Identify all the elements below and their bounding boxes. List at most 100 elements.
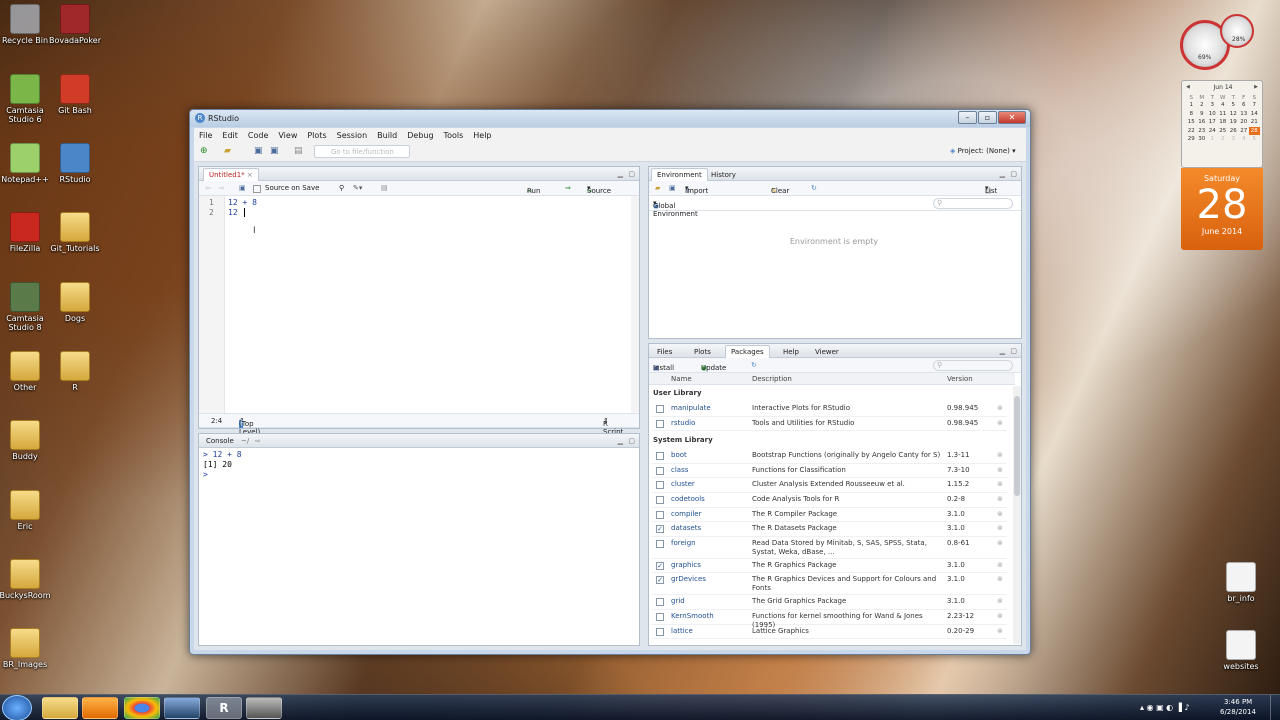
- package-name-link[interactable]: graphics: [671, 561, 701, 569]
- calendar-day[interactable]: 5: [1228, 101, 1239, 110]
- desktop-icon-git-bash[interactable]: Git Bash: [44, 74, 106, 115]
- desktop-icon-git-tutorials[interactable]: Git_Tutorials: [44, 212, 106, 253]
- calendar-day[interactable]: 1: [1207, 135, 1218, 144]
- package-name-link[interactable]: rstudio: [671, 419, 695, 427]
- package-name-link[interactable]: compiler: [671, 510, 701, 518]
- env-maximize-icon[interactable]: ▢: [1010, 169, 1017, 180]
- import-dataset-button[interactable]: ⇩ Import Dataset▾: [685, 184, 712, 203]
- package-name-link[interactable]: datasets: [671, 524, 701, 532]
- calendar-day[interactable]: 10: [1207, 110, 1218, 119]
- package-name-link[interactable]: cluster: [671, 480, 695, 488]
- pk-search-input[interactable]: ⚲: [933, 360, 1013, 371]
- print-icon[interactable]: ▤: [294, 146, 303, 156]
- code-area[interactable]: 1 12 + 8 2 12 I: [199, 198, 629, 414]
- calendar-day[interactable]: 4: [1239, 135, 1250, 144]
- remove-package-icon[interactable]: ⊗: [997, 612, 1003, 620]
- code-tools-icon[interactable]: ✎▾: [353, 184, 362, 192]
- calendar-day[interactable]: 21: [1249, 118, 1260, 127]
- compile-icon[interactable]: ▤: [381, 184, 388, 192]
- calendar-day[interactable]: 24: [1207, 127, 1218, 136]
- package-name-link[interactable]: grid: [671, 597, 685, 605]
- calendar-day[interactable]: 9: [1197, 110, 1208, 119]
- calendar-day[interactable]: 16: [1197, 118, 1208, 127]
- package-checkbox[interactable]: [656, 613, 664, 621]
- tab-help[interactable]: Help: [777, 345, 805, 358]
- calendar-day[interactable]: 28: [1249, 126, 1260, 135]
- remove-package-icon[interactable]: ⊗: [997, 495, 1003, 503]
- calendar-day[interactable]: 20: [1239, 118, 1250, 127]
- calendar-day[interactable]: 18: [1218, 118, 1229, 127]
- col-name[interactable]: Name: [671, 375, 692, 383]
- goto-file-input[interactable]: Go to file/function: [314, 145, 410, 158]
- calendar-day[interactable]: 23: [1197, 127, 1208, 136]
- calendar-day[interactable]: 12: [1228, 110, 1239, 119]
- calendar-day[interactable]: 22: [1186, 127, 1197, 136]
- calendar-day[interactable]: 25: [1218, 127, 1229, 136]
- open-file-icon[interactable]: ▰: [224, 146, 231, 156]
- calendar-day[interactable]: 8: [1186, 110, 1197, 119]
- save-all-icon[interactable]: ▣: [270, 146, 279, 156]
- remove-package-icon[interactable]: ⊗: [997, 480, 1003, 488]
- remove-package-icon[interactable]: ⊗: [997, 597, 1003, 605]
- package-checkbox[interactable]: [656, 496, 664, 504]
- package-checkbox[interactable]: [656, 419, 664, 428]
- package-checkbox[interactable]: ✓: [656, 561, 664, 570]
- package-checkbox[interactable]: [656, 510, 664, 519]
- calendar-day[interactable]: 2: [1218, 135, 1229, 144]
- package-checkbox[interactable]: ✓: [656, 525, 664, 534]
- col-version[interactable]: Version: [947, 375, 973, 383]
- rerun-icon[interactable]: ⇒: [565, 184, 571, 192]
- editor-scrollbar[interactable]: [631, 196, 639, 416]
- desktop-icon-r[interactable]: R: [44, 351, 106, 392]
- tab-packages[interactable]: Packages: [725, 345, 770, 358]
- remove-package-icon[interactable]: ⊗: [997, 510, 1003, 518]
- package-name-link[interactable]: codetools: [671, 495, 705, 503]
- menu-debug[interactable]: Debug: [407, 131, 433, 140]
- calendar-day[interactable]: 5: [1249, 135, 1260, 144]
- source-button[interactable]: ⇨ Source ▾: [587, 184, 611, 195]
- menu-help[interactable]: Help: [473, 131, 491, 140]
- remove-package-icon[interactable]: ⊗: [997, 539, 1003, 547]
- scope-selector[interactable]: f (Top Level) ⇕: [239, 417, 260, 436]
- calendar-next-icon[interactable]: ▶: [1254, 84, 1258, 90]
- env-search-input[interactable]: ⚲: [933, 198, 1013, 209]
- clock-time[interactable]: 3:46 PM: [1224, 698, 1252, 706]
- env-minimize-icon[interactable]: ▁: [1000, 169, 1005, 180]
- taskbar-explorer-icon[interactable]: [42, 697, 78, 719]
- save-file-icon[interactable]: ▣: [239, 184, 246, 192]
- maximize-pane-icon[interactable]: ▢: [628, 169, 635, 180]
- package-name-link[interactable]: manipulate: [671, 404, 711, 412]
- project-menu[interactable]: ◈ Project: (None) ▾: [950, 147, 1016, 155]
- package-checkbox[interactable]: [656, 466, 664, 475]
- pk-refresh-icon[interactable]: ↻: [751, 361, 757, 369]
- col-description[interactable]: Description: [752, 375, 792, 383]
- package-name-link[interactable]: boot: [671, 451, 687, 459]
- new-file-icon[interactable]: ⊕: [200, 146, 208, 156]
- console-goto-icon[interactable]: ⇨: [255, 436, 261, 447]
- package-checkbox[interactable]: [656, 598, 664, 607]
- remove-package-icon[interactable]: ⊗: [997, 575, 1003, 583]
- clock-date[interactable]: 6/28/2014: [1220, 708, 1256, 716]
- save-workspace-icon[interactable]: ▣: [669, 184, 676, 192]
- minimize-pane-icon[interactable]: ▁: [618, 169, 623, 180]
- taskbar-app-icon[interactable]: [246, 697, 282, 719]
- taskbar-rstudio-icon[interactable]: R: [206, 697, 242, 719]
- desktop-icon-br-images[interactable]: BR_Images: [0, 628, 56, 669]
- refresh-icon[interactable]: ↻: [811, 184, 817, 192]
- tab-untitled1[interactable]: Untitled1* ×: [203, 168, 259, 181]
- desktop-icon-websites[interactable]: websites: [1210, 630, 1272, 671]
- tab-viewer[interactable]: Viewer: [809, 345, 845, 358]
- desktop-icon-eric[interactable]: Eric: [0, 490, 56, 531]
- tray-icons[interactable]: ▴ ◉ ▣ ◐ ▐ ♪: [1140, 703, 1190, 712]
- remove-package-icon[interactable]: ⊗: [997, 404, 1003, 412]
- menu-file[interactable]: File: [199, 131, 212, 140]
- menu-session[interactable]: Session: [337, 131, 368, 140]
- remove-package-icon[interactable]: ⊗: [997, 524, 1003, 532]
- package-checkbox[interactable]: [656, 452, 664, 461]
- menu-code[interactable]: Code: [248, 131, 268, 140]
- calendar-day[interactable]: 7: [1249, 101, 1260, 110]
- desktop-icon-dogs[interactable]: Dogs: [44, 282, 106, 323]
- save-icon[interactable]: ▣: [254, 146, 263, 156]
- close-tab-icon[interactable]: ×: [247, 171, 253, 179]
- remove-package-icon[interactable]: ⊗: [997, 627, 1003, 635]
